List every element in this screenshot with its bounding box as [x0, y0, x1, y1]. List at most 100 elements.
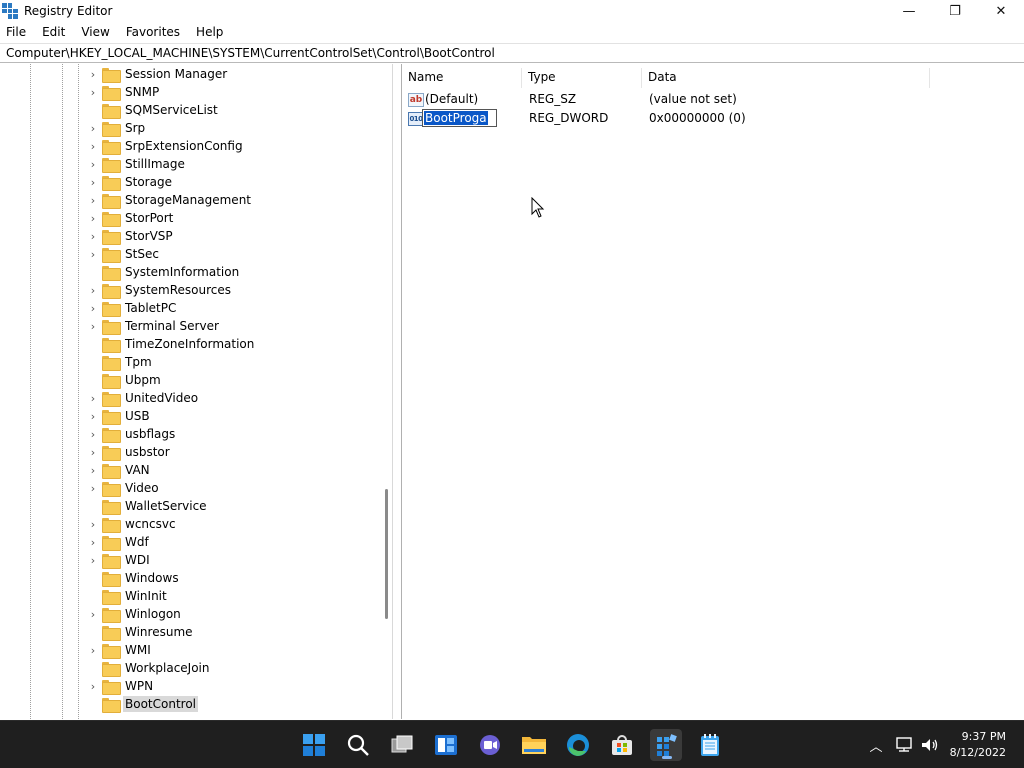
tree-item[interactable]: › Winlogon — [84, 605, 378, 623]
tree-item-label: SrpExtensionConfig — [125, 139, 243, 153]
expand-chevron-icon[interactable]: › — [84, 551, 102, 569]
expand-chevron-icon[interactable]: › — [84, 83, 102, 101]
tree-item[interactable]: › SNMP — [84, 83, 378, 101]
search-button[interactable] — [342, 729, 374, 761]
menu-edit[interactable]: Edit — [34, 22, 73, 42]
tree-item[interactable]: › Wdf — [84, 533, 378, 551]
tree-item[interactable]: Windows — [84, 569, 378, 587]
expand-chevron-icon[interactable]: › — [84, 515, 102, 533]
column-header-data[interactable]: Data — [642, 68, 930, 88]
taskbar-clock[interactable]: 9:37 PM 8/12/2022 — [926, 729, 1006, 761]
column-header-name[interactable]: Name — [402, 68, 522, 88]
expand-chevron-icon[interactable]: › — [84, 641, 102, 659]
rename-value-input[interactable]: BootProga — [422, 109, 497, 127]
close-button[interactable]: ✕ — [978, 0, 1024, 22]
tree-item[interactable]: Ubpm — [84, 371, 378, 389]
address-bar[interactable]: Computer\HKEY_LOCAL_MACHINE\SYSTEM\Curre… — [0, 43, 1024, 63]
tree-item[interactable]: › SrpExtensionConfig — [84, 137, 378, 155]
value-row[interactable]: 010 BootProga REG_DWORD 0x00000000 (0) — [402, 109, 962, 128]
expand-chevron-icon[interactable]: › — [84, 245, 102, 263]
expand-chevron-icon[interactable]: › — [84, 605, 102, 623]
show-hidden-icons-chevron-icon[interactable]: ︿ — [866, 736, 886, 755]
tree-item[interactable]: › StSec — [84, 245, 378, 263]
notepad-button[interactable] — [694, 729, 726, 761]
tree-item[interactable]: › Session Manager — [84, 65, 378, 83]
key-tree-pane[interactable]: › Session Manager › SNMP SQMServiceList › Srp ›… — [0, 64, 393, 719]
file-explorer-button[interactable] — [518, 729, 550, 761]
tree-item[interactable]: › Video — [84, 479, 378, 497]
tree-item[interactable]: SQMServiceList — [84, 101, 378, 119]
expand-chevron-icon[interactable]: › — [84, 461, 102, 479]
tree-item[interactable]: › WPN — [84, 677, 378, 695]
tree-item[interactable]: › StorPort — [84, 209, 378, 227]
tree-item[interactable]: SystemInformation — [84, 263, 378, 281]
widgets-button[interactable] — [430, 729, 462, 761]
expand-chevron-icon[interactable]: › — [84, 389, 102, 407]
expand-chevron-icon[interactable]: › — [84, 191, 102, 209]
expand-chevron-icon[interactable]: › — [84, 137, 102, 155]
folder-icon — [102, 85, 121, 101]
column-header-type[interactable]: Type — [522, 68, 642, 88]
expand-chevron-icon[interactable]: › — [84, 443, 102, 461]
tree-item[interactable]: › SystemResources — [84, 281, 378, 299]
tree-item[interactable]: TimeZoneInformation — [84, 335, 378, 353]
tree-item[interactable]: › WMI — [84, 641, 378, 659]
tree-item[interactable]: WinInit — [84, 587, 378, 605]
tree-item[interactable]: › VAN — [84, 461, 378, 479]
tree-item[interactable]: › StorageManagement — [84, 191, 378, 209]
tree-item[interactable]: › Storage — [84, 173, 378, 191]
network-icon[interactable] — [894, 736, 914, 754]
tree-item[interactable]: › Srp — [84, 119, 378, 137]
start-button[interactable] — [298, 729, 330, 761]
maximize-button[interactable]: ❐ — [932, 0, 978, 22]
tree-item[interactable]: › UnitedVideo — [84, 389, 378, 407]
tree-item[interactable]: › Terminal Server — [84, 317, 378, 335]
folder-icon — [102, 427, 121, 443]
expand-chevron-icon[interactable]: › — [84, 209, 102, 227]
store-button[interactable] — [606, 729, 638, 761]
tree-item[interactable]: › usbstor — [84, 443, 378, 461]
expand-chevron-icon[interactable]: › — [84, 407, 102, 425]
expand-chevron-icon[interactable]: › — [84, 479, 102, 497]
minimize-button[interactable]: — — [886, 0, 932, 22]
edge-button[interactable] — [562, 729, 594, 761]
menu-favorites[interactable]: Favorites — [118, 22, 188, 42]
value-row[interactable]: ab (Default) REG_SZ (value not set) — [402, 90, 962, 109]
expand-chevron-icon[interactable]: › — [84, 677, 102, 695]
chat-button[interactable] — [474, 729, 506, 761]
expand-chevron-icon[interactable]: › — [84, 65, 102, 83]
expand-chevron-icon[interactable]: › — [84, 281, 102, 299]
registry-editor-taskbar-button[interactable] — [650, 729, 682, 761]
expand-chevron-icon[interactable]: › — [84, 119, 102, 137]
menu-view[interactable]: View — [73, 22, 117, 42]
tree-item[interactable]: BootControl — [84, 695, 378, 713]
tree-item[interactable]: Winresume — [84, 623, 378, 641]
tree-item-label: Video — [125, 481, 159, 495]
tree-item[interactable]: WalletService — [84, 497, 378, 515]
expand-chevron-icon[interactable]: › — [84, 533, 102, 551]
expand-chevron-icon[interactable]: › — [84, 227, 102, 245]
tree-item[interactable]: › WDI — [84, 551, 378, 569]
expand-chevron-icon[interactable]: › — [84, 299, 102, 317]
pane-splitter[interactable] — [393, 64, 402, 719]
expand-chevron-icon[interactable]: › — [84, 155, 102, 173]
tree-item[interactable]: › StorVSP — [84, 227, 378, 245]
tree-item[interactable]: › usbflags — [84, 425, 378, 443]
tree-item-label: USB — [125, 409, 150, 423]
expand-chevron-icon[interactable]: › — [84, 317, 102, 335]
folder-icon — [102, 571, 121, 587]
tree-item[interactable]: Tpm — [84, 353, 378, 371]
tree-item[interactable]: › TabletPC — [84, 299, 378, 317]
expand-chevron-icon[interactable]: › — [84, 425, 102, 443]
menu-help[interactable]: Help — [188, 22, 231, 42]
values-list-pane[interactable]: Name Type Data ab (Default) REG_SZ (valu… — [402, 64, 1024, 719]
tree-item[interactable]: › wcncsvc — [84, 515, 378, 533]
tree-item[interactable]: WorkplaceJoin — [84, 659, 378, 677]
tree-item[interactable]: › StillImage — [84, 155, 378, 173]
folder-icon — [102, 607, 121, 623]
tree-item[interactable]: › USB — [84, 407, 378, 425]
expand-chevron-icon[interactable]: › — [84, 173, 102, 191]
tree-scrollbar-thumb[interactable] — [385, 489, 388, 619]
task-view-button[interactable] — [386, 729, 418, 761]
menu-file[interactable]: File — [0, 22, 34, 42]
